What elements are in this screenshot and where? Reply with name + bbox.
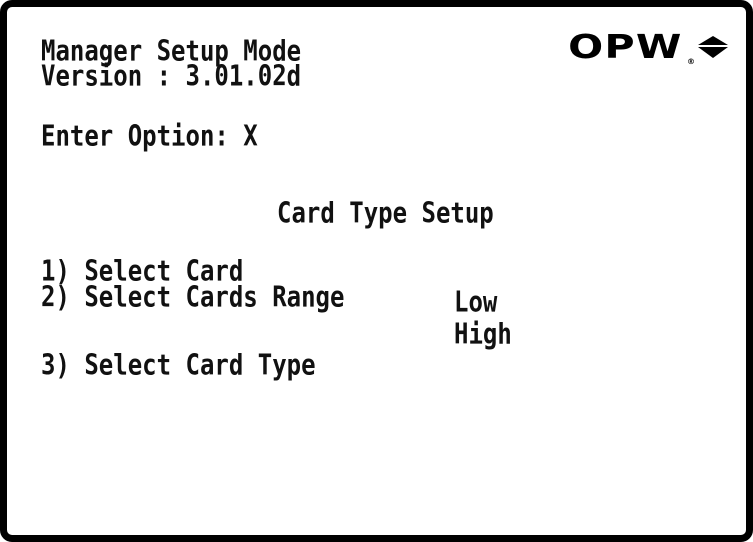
menu-option-select-cards-range[interactable]: 2) Select Cards Range bbox=[41, 283, 344, 311]
opw-logo: OPW ® bbox=[568, 27, 728, 66]
menu-option-select-card-type[interactable]: 3) Select Card Type bbox=[41, 351, 316, 379]
enter-option-prompt[interactable]: Enter Option: X bbox=[41, 122, 258, 150]
logo-text: OPW bbox=[568, 27, 683, 66]
diamond-icon bbox=[698, 35, 728, 58]
logo-registered-mark: ® bbox=[687, 57, 695, 66]
range-high-label: High bbox=[454, 317, 512, 351]
terminal-screen: Manager Setup Mode Version : 3.01.02d OP… bbox=[0, 0, 753, 542]
range-low-label: Low bbox=[454, 285, 498, 319]
section-heading: Card Type Setup bbox=[277, 196, 494, 230]
version-label: Version : 3.01.02d bbox=[41, 59, 302, 93]
